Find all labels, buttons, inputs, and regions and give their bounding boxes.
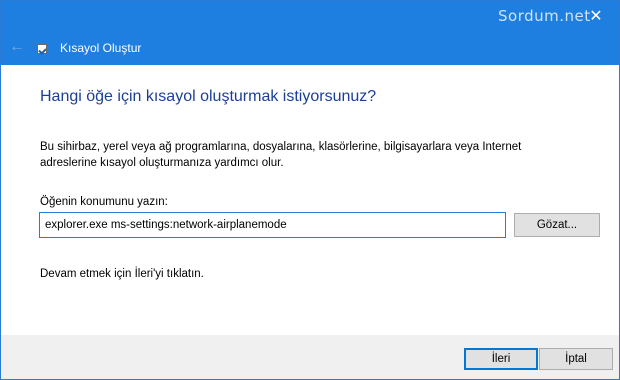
browse-button[interactable]: Gözat...	[514, 213, 600, 237]
location-input[interactable]	[39, 212, 506, 238]
create-shortcut-window: Sordum.net ✕ ← Kısayol Oluştur Hangi öğe…	[0, 0, 620, 380]
continue-hint: Devam etmek için İleri'yi tıklatın.	[40, 268, 204, 280]
close-button[interactable]: ✕	[573, 1, 619, 33]
wizard-content: Hangi öğe için kısayol oluşturmak istiyo…	[1, 65, 619, 335]
shortcut-icon	[37, 44, 47, 54]
next-button[interactable]: İleri	[464, 348, 538, 370]
location-label: Öğenin konumunu yazın:	[40, 196, 168, 208]
wizard-footer: İleri İptal	[1, 335, 619, 379]
wizard-header: ← Kısayol Oluştur	[1, 33, 619, 65]
wizard-description: Bu sihirbaz, yerel veya ağ programlarına…	[40, 141, 522, 169]
page-heading: Hangi öğe için kısayol oluşturmak istiyo…	[40, 88, 377, 105]
window-title: Kısayol Oluştur	[60, 41, 142, 55]
cancel-button[interactable]: İptal	[539, 348, 613, 370]
close-icon: ✕	[589, 8, 603, 25]
back-arrow-icon: ←	[9, 38, 25, 55]
title-bar[interactable]: Sordum.net ✕	[1, 1, 619, 33]
back-button[interactable]: ←	[5, 33, 29, 61]
